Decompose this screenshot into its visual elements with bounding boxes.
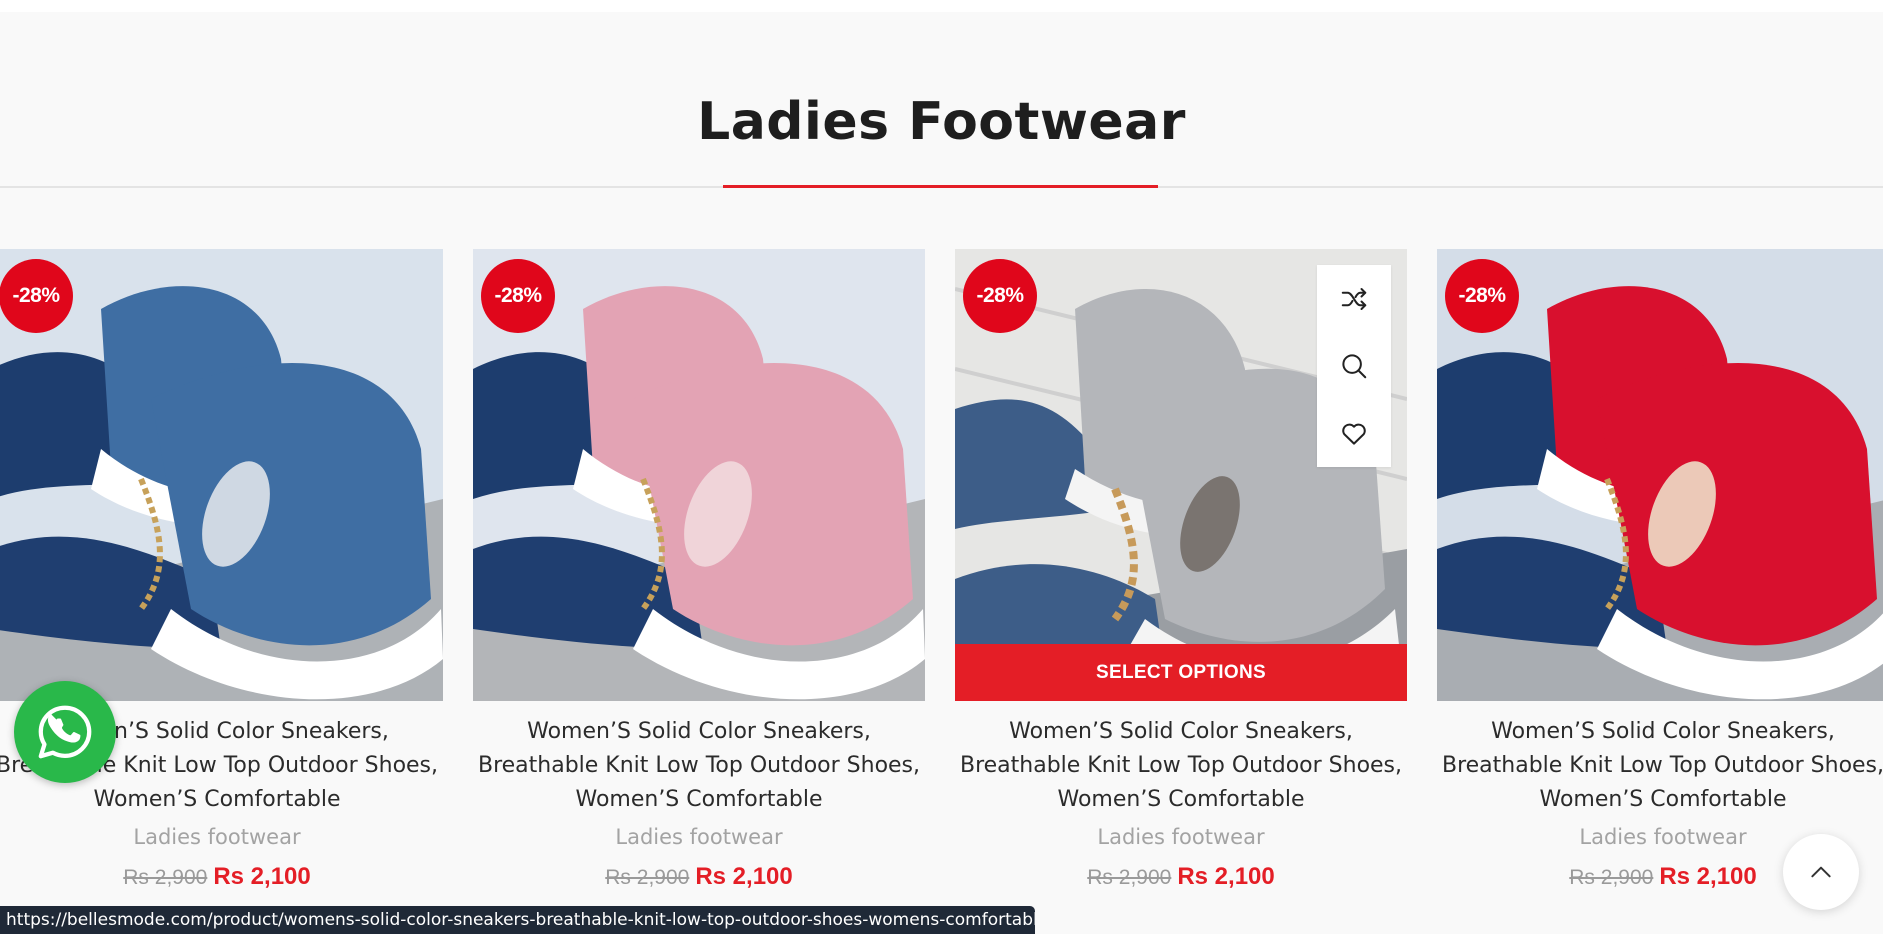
discount-badge: -28% <box>1445 259 1519 333</box>
status-bar-url: https://bellesmode.com/product/womens-so… <box>0 906 1035 934</box>
scroll-to-top-button[interactable] <box>1783 834 1859 910</box>
product-price: Rs 2,900 Rs 2,100 <box>955 863 1407 891</box>
product-image[interactable]: -28% SELECT OPTIONS <box>955 249 1407 701</box>
heart-icon[interactable] <box>1336 415 1372 451</box>
product-price: Rs 2,900 Rs 2,100 <box>0 863 443 891</box>
sale-price: Rs 2,100 <box>1659 863 1757 890</box>
old-price: Rs 2,900 <box>605 866 690 889</box>
quick-actions <box>1317 265 1391 467</box>
old-price: Rs 2,900 <box>1087 866 1172 889</box>
product-category[interactable]: Ladies footwear <box>0 825 443 849</box>
product-category[interactable]: Ladies footwear <box>473 825 925 849</box>
sale-price: Rs 2,100 <box>1177 863 1275 890</box>
product-card[interactable]: -28% Women’S Solid Color Sneakers, Breat… <box>473 249 925 891</box>
title-accent-underline <box>723 185 1158 188</box>
select-options-button[interactable]: SELECT OPTIONS <box>955 644 1407 701</box>
product-title[interactable]: Women’S Solid Color Sneakers, Breathable… <box>955 715 1407 817</box>
product-card[interactable]: -28% Women’S Solid Color Sneakers, Breat… <box>1437 249 1883 891</box>
product-image[interactable]: -28% <box>473 249 925 701</box>
chevron-up-icon <box>1811 866 1831 878</box>
old-price: Rs 2,900 <box>123 866 208 889</box>
product-title[interactable]: Women’S Solid Color Sneakers, Breathable… <box>473 715 925 817</box>
product-title[interactable]: Women’S Solid Color Sneakers, Breathable… <box>1437 715 1883 817</box>
discount-badge: -28% <box>963 259 1037 333</box>
product-card[interactable]: -28% Women’S Solid Color Sneakers, Breat… <box>0 249 443 891</box>
product-card[interactable]: -28% SELECT OPTIONS Women’S Solid Color … <box>955 249 1407 891</box>
whatsapp-icon <box>38 705 92 759</box>
old-price: Rs 2,900 <box>1569 866 1654 889</box>
sale-price: Rs 2,100 <box>695 863 793 890</box>
discount-badge: -28% <box>481 259 555 333</box>
product-category[interactable]: Ladies footwear <box>955 825 1407 849</box>
header-strip <box>0 0 1883 12</box>
product-image[interactable]: -28% <box>0 249 443 701</box>
shuffle-icon[interactable] <box>1336 281 1372 317</box>
product-price: Rs 2,900 Rs 2,100 <box>473 863 925 891</box>
product-image[interactable]: -28% <box>1437 249 1883 701</box>
discount-badge: -28% <box>0 259 73 333</box>
search-icon[interactable] <box>1336 348 1372 384</box>
sale-price: Rs 2,100 <box>213 863 311 890</box>
section-title: Ladies Footwear <box>697 92 1186 152</box>
whatsapp-button[interactable] <box>14 681 116 783</box>
